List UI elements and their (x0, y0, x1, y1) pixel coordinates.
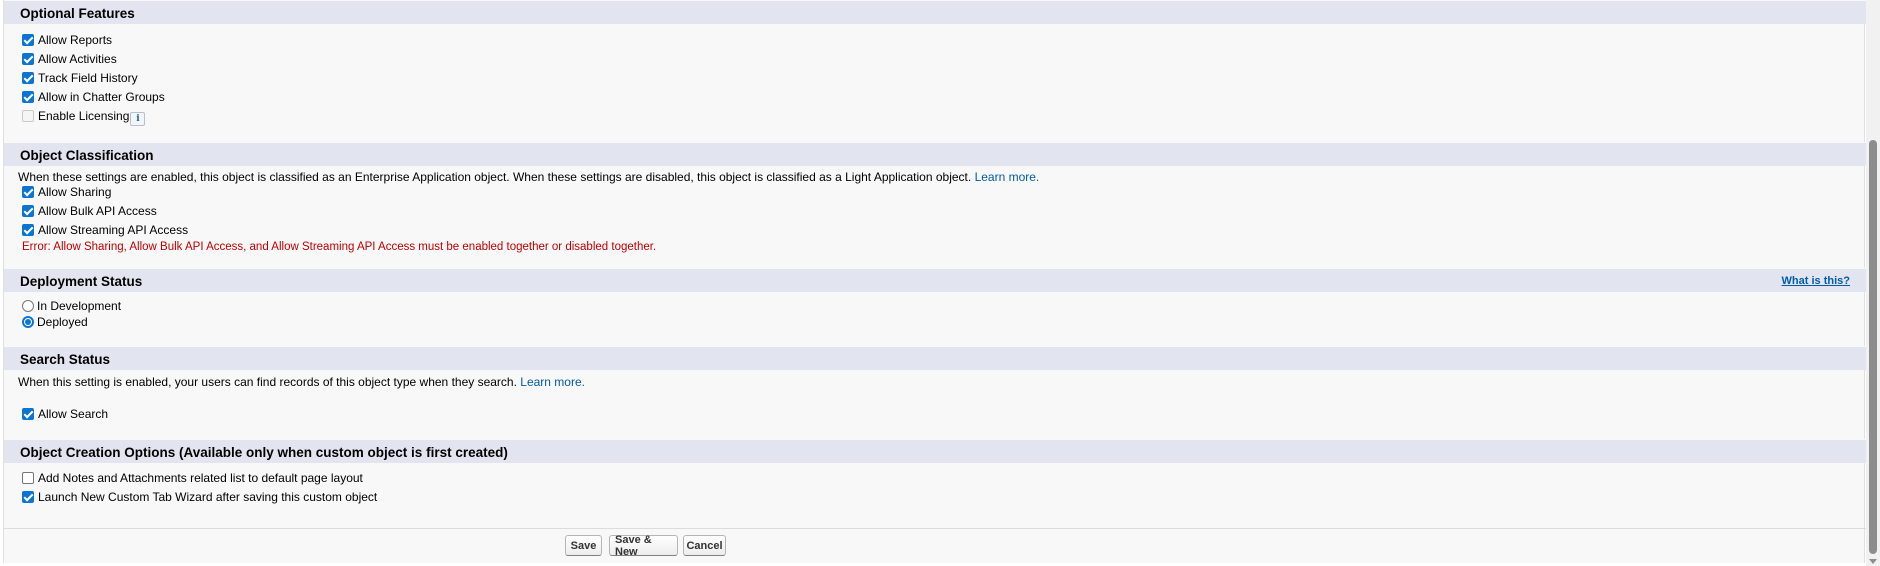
allow-search-checkbox[interactable] (22, 408, 34, 420)
deployment-status-title: Deployment Status (20, 274, 143, 289)
launch-tab-wizard-row[interactable]: Launch New Custom Tab Wizard after savin… (22, 488, 377, 506)
deployment-status-header: Deployment Status What is this? (4, 268, 1866, 292)
save-button[interactable]: Save (565, 535, 602, 556)
deployed-label: Deployed (37, 315, 88, 329)
object-creation-options-title: Object Creation Options (Available only … (20, 445, 508, 460)
allow-in-chatter-groups-label: Allow in Chatter Groups (38, 90, 165, 104)
info-icon[interactable]: i (130, 112, 146, 126)
allow-activities-row[interactable]: Allow Activities (22, 50, 117, 68)
allow-activities-checkbox[interactable] (22, 53, 34, 65)
allow-sharing-row[interactable]: Allow Sharing (22, 183, 111, 201)
deployed-radio[interactable] (22, 316, 34, 328)
allow-bulk-api-access-row[interactable]: Allow Bulk API Access (22, 202, 157, 220)
track-field-history-checkbox[interactable] (22, 72, 34, 84)
allow-search-label: Allow Search (38, 407, 109, 421)
track-field-history-label: Track Field History (38, 71, 138, 85)
enable-licensing-label: Enable Licensing (38, 109, 130, 123)
allow-streaming-api-access-row[interactable]: Allow Streaming API Access (22, 221, 188, 239)
vertical-scrollbar[interactable] (1866, 0, 1880, 566)
object-classification-header: Object Classification (4, 142, 1866, 166)
enable-licensing-row: Enable Licensing i (22, 107, 146, 126)
allow-sharing-checkbox[interactable] (22, 186, 34, 198)
in-development-label: In Development (37, 299, 122, 313)
allow-search-row[interactable]: Allow Search (22, 405, 108, 423)
scroll-down-arrow-icon[interactable] (1869, 559, 1877, 564)
object-classification-description: When these settings are enabled, this ob… (18, 170, 1039, 184)
deployed-row[interactable]: Deployed (22, 313, 88, 331)
object-creation-options-header: Object Creation Options (Available only … (4, 439, 1866, 463)
allow-streaming-api-access-checkbox[interactable] (22, 224, 34, 236)
search-status-description-text: When this setting is enabled, your users… (18, 375, 517, 389)
optional-features-title: Optional Features (20, 6, 135, 21)
launch-tab-wizard-label: Launch New Custom Tab Wizard after savin… (38, 490, 378, 504)
add-notes-attachments-checkbox[interactable] (22, 472, 34, 484)
search-status-title: Search Status (20, 352, 111, 367)
launch-tab-wizard-checkbox[interactable] (22, 491, 34, 503)
search-status-header: Search Status (4, 346, 1866, 370)
enable-licensing-checkbox (22, 110, 34, 122)
allow-reports-checkbox[interactable] (22, 34, 34, 46)
cancel-button[interactable]: Cancel (683, 535, 726, 556)
save-and-new-button[interactable]: Save & New (609, 534, 678, 558)
allow-activities-label: Allow Activities (38, 52, 117, 66)
add-notes-attachments-row[interactable]: Add Notes and Attachments related list t… (22, 469, 363, 487)
search-status-description: When this setting is enabled, your users… (18, 375, 585, 389)
object-classification-error: Error: Allow Sharing, Allow Bulk API Acc… (22, 241, 657, 253)
allow-sharing-label: Allow Sharing (38, 185, 112, 199)
in-development-radio[interactable] (22, 300, 34, 312)
object-settings-panel: Optional Features Allow Reports Allow Ac… (3, 0, 1866, 563)
search-status-learn-more-link[interactable]: Learn more. (520, 375, 585, 389)
allow-reports-label: Allow Reports (38, 33, 113, 47)
track-field-history-row[interactable]: Track Field History (22, 69, 138, 87)
footer-divider (4, 528, 1866, 529)
object-classification-learn-more-link[interactable]: Learn more. (975, 170, 1040, 184)
object-classification-description-text: When these settings are enabled, this ob… (18, 170, 972, 184)
allow-bulk-api-access-label: Allow Bulk API Access (38, 204, 157, 218)
allow-bulk-api-access-checkbox[interactable] (22, 205, 34, 217)
what-is-this-link[interactable]: What is this? (1782, 275, 1850, 287)
allow-in-chatter-groups-row[interactable]: Allow in Chatter Groups (22, 88, 165, 106)
add-notes-attachments-label: Add Notes and Attachments related list t… (38, 471, 363, 485)
allow-streaming-api-access-label: Allow Streaming API Access (38, 223, 189, 237)
object-classification-title: Object Classification (20, 148, 154, 163)
allow-in-chatter-groups-checkbox[interactable] (22, 91, 34, 103)
optional-features-header: Optional Features (4, 0, 1866, 24)
allow-reports-row[interactable]: Allow Reports (22, 31, 112, 49)
scrollbar-thumb[interactable] (1869, 140, 1877, 554)
